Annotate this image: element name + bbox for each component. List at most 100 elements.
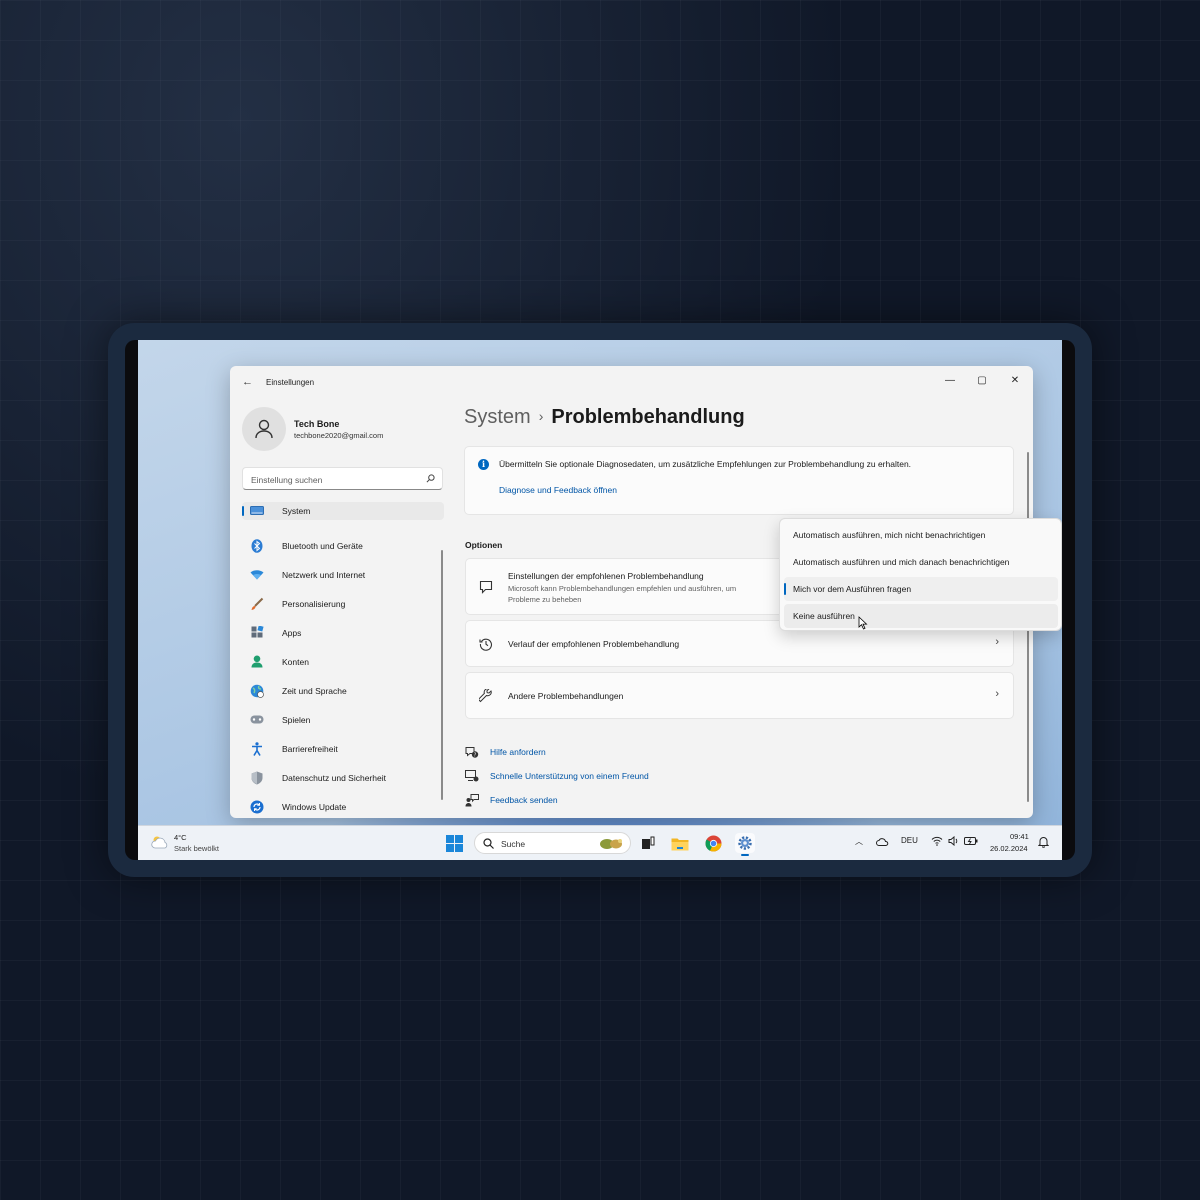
card-title: Einstellungen der empfohlenen Problembeh… xyxy=(508,571,704,581)
sidebar-item-network[interactable]: Netzwerk und Internet xyxy=(242,560,444,589)
avatar xyxy=(242,407,286,451)
search-icon xyxy=(426,474,435,483)
sidebar-item-label: Barrierefreiheit xyxy=(282,743,338,754)
search-placeholder: Einstellung suchen xyxy=(251,475,323,485)
settings-search-input[interactable]: Einstellung suchen xyxy=(242,467,443,490)
search-icon xyxy=(483,838,494,849)
mouse-cursor-icon xyxy=(858,616,868,630)
profile-name: Tech Bone xyxy=(294,419,340,429)
weather-description[interactable]: Stark bewölkt xyxy=(174,844,219,853)
breadcrumb-parent[interactable]: System xyxy=(464,406,531,428)
card-title: Andere Problembehandlungen xyxy=(508,691,624,701)
minimize-button[interactable]: — xyxy=(934,371,966,391)
sidebar-item-label: Personalisierung xyxy=(282,598,346,609)
apps-icon xyxy=(250,626,264,640)
sidebar-item-apps[interactable]: Apps xyxy=(242,618,444,647)
quick-assist-link-row[interactable]: Schnelle Unterstützung von einem Freund xyxy=(465,768,649,784)
sidebar-nav: System Bluetooth und Geräte Netzwerk und… xyxy=(242,502,444,818)
chevron-right-icon: › xyxy=(995,636,999,648)
sidebar-item-label: Netzwerk und Internet xyxy=(282,569,366,580)
info-text: Übermitteln Sie optionale Diagnosedaten,… xyxy=(499,459,912,469)
feedback-link[interactable]: Feedback senden xyxy=(490,795,558,805)
sidebar-item-gaming[interactable]: Spielen xyxy=(242,705,444,734)
card-title: Verlauf der empfohlenen Problembehandlun… xyxy=(508,639,680,649)
quick-assist-icon xyxy=(465,769,479,783)
help-chat-icon: ? xyxy=(465,745,479,759)
help-link-row[interactable]: ? Hilfe anfordern xyxy=(465,744,546,760)
sidebar-item-label: Bluetooth und Geräte xyxy=(282,540,363,551)
breadcrumb: System › Problembehandlung xyxy=(464,406,745,429)
wifi-icon xyxy=(250,568,264,582)
breadcrumb-separator-icon: › xyxy=(538,408,544,424)
notification-bell-icon[interactable] xyxy=(1038,836,1049,848)
feedback-link-row[interactable]: Feedback senden xyxy=(465,792,558,808)
taskbar-search-placeholder: Suche xyxy=(501,839,526,849)
sidebar-item-windows-update[interactable]: Windows Update xyxy=(242,792,444,818)
monitor-icon xyxy=(250,504,264,518)
sidebar-item-accounts[interactable]: Konten xyxy=(242,647,444,676)
card-desc-line: Microsoft kann Problembehandlungen empfe… xyxy=(508,584,737,593)
user-profile[interactable]: Tech Bone techbone2020@gmail.com xyxy=(242,407,442,453)
diagnostics-feedback-link[interactable]: Diagnose und Feedback öffnen xyxy=(499,485,617,495)
tablet-frame: ← Einstellungen — ▢ ✕ Tech Bone techbone… xyxy=(108,323,1092,877)
task-view-icon[interactable] xyxy=(638,833,658,853)
profile-email: techbone2020@gmail.com xyxy=(294,431,384,440)
person-icon xyxy=(255,419,273,439)
chrome-icon[interactable] xyxy=(703,833,723,853)
globe-clock-icon xyxy=(250,684,264,698)
sidebar-item-privacy[interactable]: Datenschutz und Sicherheit xyxy=(242,763,444,792)
onedrive-cloud-icon[interactable] xyxy=(876,837,889,846)
speaker-icon[interactable] xyxy=(948,836,960,846)
help-link[interactable]: Hilfe anfordern xyxy=(490,747,546,757)
sidebar-item-label: Konten xyxy=(282,656,309,667)
options-section-label: Optionen xyxy=(465,540,503,550)
weather-temperature[interactable]: 4°C xyxy=(174,833,187,842)
gamepad-icon xyxy=(250,713,264,727)
sidebar-item-time-language[interactable]: Zeit und Sprache xyxy=(242,676,444,705)
desktop: ← Einstellungen — ▢ ✕ Tech Bone techbone… xyxy=(138,340,1062,860)
card-desc: Microsoft kann Problembehandlungen empfe… xyxy=(508,583,788,605)
close-button[interactable]: ✕ xyxy=(999,371,1031,391)
clock-time[interactable]: 09:41 xyxy=(1010,832,1029,841)
file-explorer-icon[interactable] xyxy=(670,833,690,853)
dropdown-option-selected[interactable]: Mich vor dem Ausführen fragen xyxy=(784,577,1058,601)
sidebar-item-system[interactable]: System xyxy=(242,502,444,520)
search-highlight-icon xyxy=(600,839,622,849)
sidebar-item-label: Datenschutz und Sicherheit xyxy=(282,772,386,783)
maximize-button[interactable]: ▢ xyxy=(966,371,998,391)
quick-assist-link[interactable]: Schnelle Unterstützung von einem Freund xyxy=(490,771,649,781)
chevron-up-icon[interactable]: ︿ xyxy=(855,836,863,847)
clock-date[interactable]: 26.02.2024 xyxy=(990,844,1028,853)
bluetooth-icon xyxy=(250,538,264,553)
sidebar-item-personalization[interactable]: Personalisierung xyxy=(242,589,444,618)
sidebar-item-label: Apps xyxy=(282,627,302,638)
windows-start-icon[interactable] xyxy=(446,835,463,852)
sidebar-item-accessibility[interactable]: Barrierefreiheit xyxy=(242,734,444,763)
wifi-icon[interactable] xyxy=(931,836,943,846)
sidebar-item-bluetooth[interactable]: Bluetooth und Geräte xyxy=(242,531,444,560)
page-title: Problembehandlung xyxy=(551,406,745,428)
other-troubleshooters-card[interactable]: Andere Problembehandlungen › xyxy=(465,672,1014,719)
shield-icon xyxy=(250,771,264,785)
cloud-icon[interactable] xyxy=(150,835,170,849)
wrench-icon xyxy=(479,689,492,703)
taskbar-search-box[interactable]: Suche xyxy=(474,832,631,854)
svg-text:?: ? xyxy=(474,752,477,758)
chat-bubble-icon xyxy=(479,580,493,594)
window-title: Einstellungen xyxy=(266,378,315,387)
keyboard-language[interactable]: DEU xyxy=(901,836,918,845)
dropdown-option[interactable]: Automatisch ausführen, mich nicht benach… xyxy=(784,523,1058,547)
accessibility-icon xyxy=(250,741,264,756)
dropdown-option-hovered[interactable]: Keine ausführen xyxy=(784,604,1058,628)
battery-icon[interactable] xyxy=(964,836,978,846)
back-arrow-icon[interactable]: ← xyxy=(242,376,253,388)
update-icon xyxy=(250,800,264,814)
dropdown-option[interactable]: Automatisch ausführen und mich danach be… xyxy=(784,550,1058,574)
sidebar-item-label: Windows Update xyxy=(282,801,347,812)
sidebar-item-label: Spielen xyxy=(282,714,311,725)
brush-icon xyxy=(250,597,264,611)
card-desc-line: Probleme zu beheben xyxy=(508,595,582,604)
settings-gear-icon[interactable] xyxy=(735,833,755,856)
sidebar-scrollbar[interactable] xyxy=(441,550,443,800)
feedback-icon xyxy=(465,793,479,807)
